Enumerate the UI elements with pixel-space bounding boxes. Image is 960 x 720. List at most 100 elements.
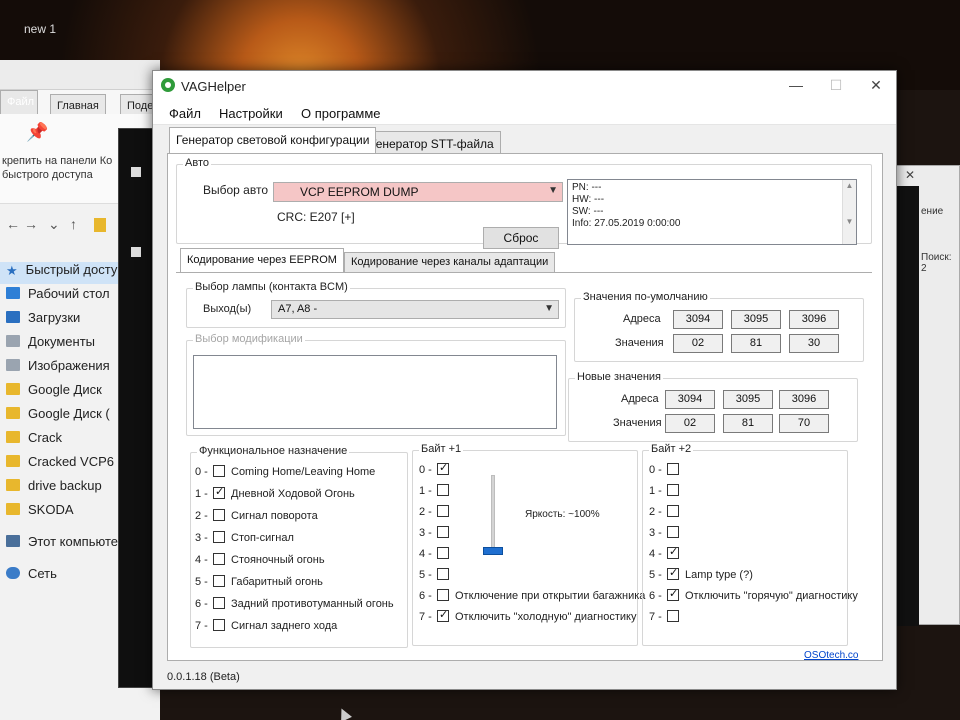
tab-adaptation-coding[interactable]: Кодирование через каналы адаптации <box>344 252 556 272</box>
byte2-row-3[interactable]: 3 - <box>649 526 685 544</box>
byte1-row-2[interactable]: 2 - <box>419 505 455 523</box>
menu-settings[interactable]: Настройки <box>219 106 283 121</box>
byte2-checkbox[interactable] <box>667 587 679 601</box>
byte2-row-6[interactable]: 6 - Отключить "горячую" диагностику <box>649 587 858 607</box>
byte2-row-5[interactable]: 5 - Lamp type (?) <box>649 566 753 586</box>
byte2-row-7[interactable]: 7 - <box>649 610 685 628</box>
tab-light-config-generator[interactable]: Генератор световой конфигурации <box>169 127 377 153</box>
nav-item-google-drive-2[interactable]: Google Диск ( <box>6 406 110 428</box>
byte1-checkbox[interactable] <box>437 526 449 538</box>
function-bit-number: 2 - <box>195 510 208 522</box>
new-address-cell[interactable]: 3095 <box>723 390 773 409</box>
byte1-checkbox[interactable] <box>437 505 449 517</box>
maximize-button[interactable]: ☐ <box>821 77 851 94</box>
byte1-checkbox[interactable] <box>437 589 449 601</box>
auto-select[interactable]: VCP EEPROM DUMP ▼ <box>273 182 563 202</box>
byte1-checkbox[interactable] <box>437 484 449 496</box>
function-checkbox[interactable] <box>213 575 225 587</box>
byte1-checkbox[interactable] <box>437 608 449 622</box>
function-row-7[interactable]: 7 - Сигнал заднего хода <box>195 619 337 637</box>
function-checkbox-label: Coming Home/Leaving Home <box>231 466 376 478</box>
function-row-3[interactable]: 3 - Стоп-сигнал <box>195 531 294 549</box>
nav-item-desktop[interactable]: Рабочий стол <box>6 286 110 308</box>
new-value-cell[interactable]: 81 <box>723 414 773 433</box>
new-address-cell[interactable]: 3096 <box>779 390 829 409</box>
byte2-checkbox[interactable] <box>667 566 679 580</box>
byte2-checkbox[interactable] <box>667 484 679 496</box>
byte2-row-2[interactable]: 2 - <box>649 505 685 523</box>
outputs-select[interactable]: A7, A8 - ▼ <box>271 300 559 319</box>
byte1-row-1[interactable]: 1 - <box>419 484 455 502</box>
byte2-row-1[interactable]: 1 - <box>649 484 685 502</box>
byte1-checkbox[interactable] <box>437 568 449 580</box>
nav-item-pictures[interactable]: Изображения <box>6 358 110 380</box>
byte1-row-6[interactable]: 6 - Отключение при открытии багажника <box>419 589 645 607</box>
recent-chevron-icon[interactable]: ⌄ <box>48 216 60 233</box>
function-checkbox[interactable] <box>213 465 225 477</box>
menu-file[interactable]: Файл <box>169 106 201 121</box>
function-row-0[interactable]: 0 - Coming Home/Leaving Home <box>195 465 375 483</box>
up-arrow-icon[interactable]: ↑ <box>70 216 77 232</box>
tab-eeprom-coding[interactable]: Кодирование через EEPROM <box>180 248 344 272</box>
menu-about[interactable]: О программе <box>301 106 381 121</box>
forward-arrow-icon[interactable]: → <box>24 216 38 232</box>
byte1-row-0[interactable]: 0 - <box>419 461 455 481</box>
brightness-slider-thumb[interactable] <box>483 547 503 555</box>
byte2-checkbox[interactable] <box>667 505 679 517</box>
pin-icon[interactable]: 📌 <box>26 122 48 143</box>
reset-button[interactable]: Сброс <box>483 227 559 249</box>
close-icon[interactable]: ✕ <box>905 168 915 182</box>
byte2-checkbox[interactable] <box>667 545 679 559</box>
new-address-cell[interactable]: 3094 <box>665 390 715 409</box>
minimize-button[interactable]: — <box>781 77 811 93</box>
function-checkbox[interactable] <box>213 597 225 609</box>
back-arrow-icon[interactable]: ← <box>6 216 20 232</box>
byte1-row-7[interactable]: 7 - Отключить "холодную" диагностику <box>419 608 636 628</box>
function-checkbox-label: Дневной Ходовой Огонь <box>231 488 355 500</box>
byte2-row-4[interactable]: 4 - <box>649 545 685 565</box>
title-bar[interactable]: VAGHelper — ☐ ✕ <box>153 71 896 101</box>
byte2-checkbox[interactable] <box>667 610 679 622</box>
tab-page-light-config: Авто Выбор авто VCP EEPROM DUMP ▼ CRC: E… <box>167 153 883 661</box>
new-value-cell[interactable]: 02 <box>665 414 715 433</box>
byte1-row-3[interactable]: 3 - <box>419 526 455 544</box>
byte1-row-4[interactable]: 4 - <box>419 547 455 565</box>
byte2-bit-number: 3 - <box>649 527 662 539</box>
function-row-1[interactable]: 1 - Дневной Ходовой Огонь <box>195 485 355 505</box>
byte1-row-5[interactable]: 5 - <box>419 568 455 586</box>
function-row-4[interactable]: 4 - Стояночный огонь <box>195 553 325 571</box>
nav-item-cracked-vcp6[interactable]: Cracked VCP6 <box>6 454 114 476</box>
byte2-checkbox[interactable] <box>667 463 679 475</box>
function-checkbox[interactable] <box>213 509 225 521</box>
function-row-2[interactable]: 2 - Сигнал поворота <box>195 509 318 527</box>
nav-item-drive-backup[interactable]: drive backup <box>6 478 102 500</box>
new-value-cell[interactable]: 70 <box>779 414 829 433</box>
byte1-checkbox[interactable] <box>437 461 449 475</box>
byte2-checkbox[interactable] <box>667 526 679 538</box>
function-checkbox[interactable] <box>213 531 225 543</box>
close-button[interactable]: ✕ <box>861 77 891 94</box>
nav-item-skoda[interactable]: SKODA <box>6 502 74 524</box>
byte2-row-0[interactable]: 0 - <box>649 463 685 481</box>
explorer-tab-file[interactable]: Файл <box>0 90 38 114</box>
function-row-6[interactable]: 6 - Задний противотуманный огонь <box>195 597 394 615</box>
nav-item-network[interactable]: Сеть <box>6 566 57 588</box>
byte1-checkbox[interactable] <box>437 547 449 559</box>
function-checkbox[interactable] <box>213 619 225 631</box>
desktop-icon-label[interactable]: new 1 <box>24 22 56 36</box>
nav-item-google-drive[interactable]: Google Диск <box>6 382 102 404</box>
nav-item-downloads[interactable]: Загрузки <box>6 310 80 332</box>
osotech-link[interactable]: OSOtech.co <box>804 650 858 661</box>
modification-list[interactable] <box>193 355 557 429</box>
function-checkbox[interactable] <box>213 553 225 565</box>
function-row-5[interactable]: 5 - Габаритный огонь <box>195 575 323 593</box>
tab-stt-generator[interactable]: Генератор STT-файла <box>363 131 501 153</box>
function-checkbox[interactable] <box>213 485 225 499</box>
brightness-slider-track[interactable] <box>491 475 495 555</box>
info-scrollbar[interactable]: ▲ ▼ <box>842 180 856 244</box>
folder-icon <box>6 503 20 515</box>
nav-item-this-pc[interactable]: Этот компьюте <box>6 534 118 556</box>
nav-item-documents[interactable]: Документы <box>6 334 95 356</box>
function-bit-number: 0 - <box>195 466 208 478</box>
nav-item-crack[interactable]: Crack <box>6 430 62 452</box>
